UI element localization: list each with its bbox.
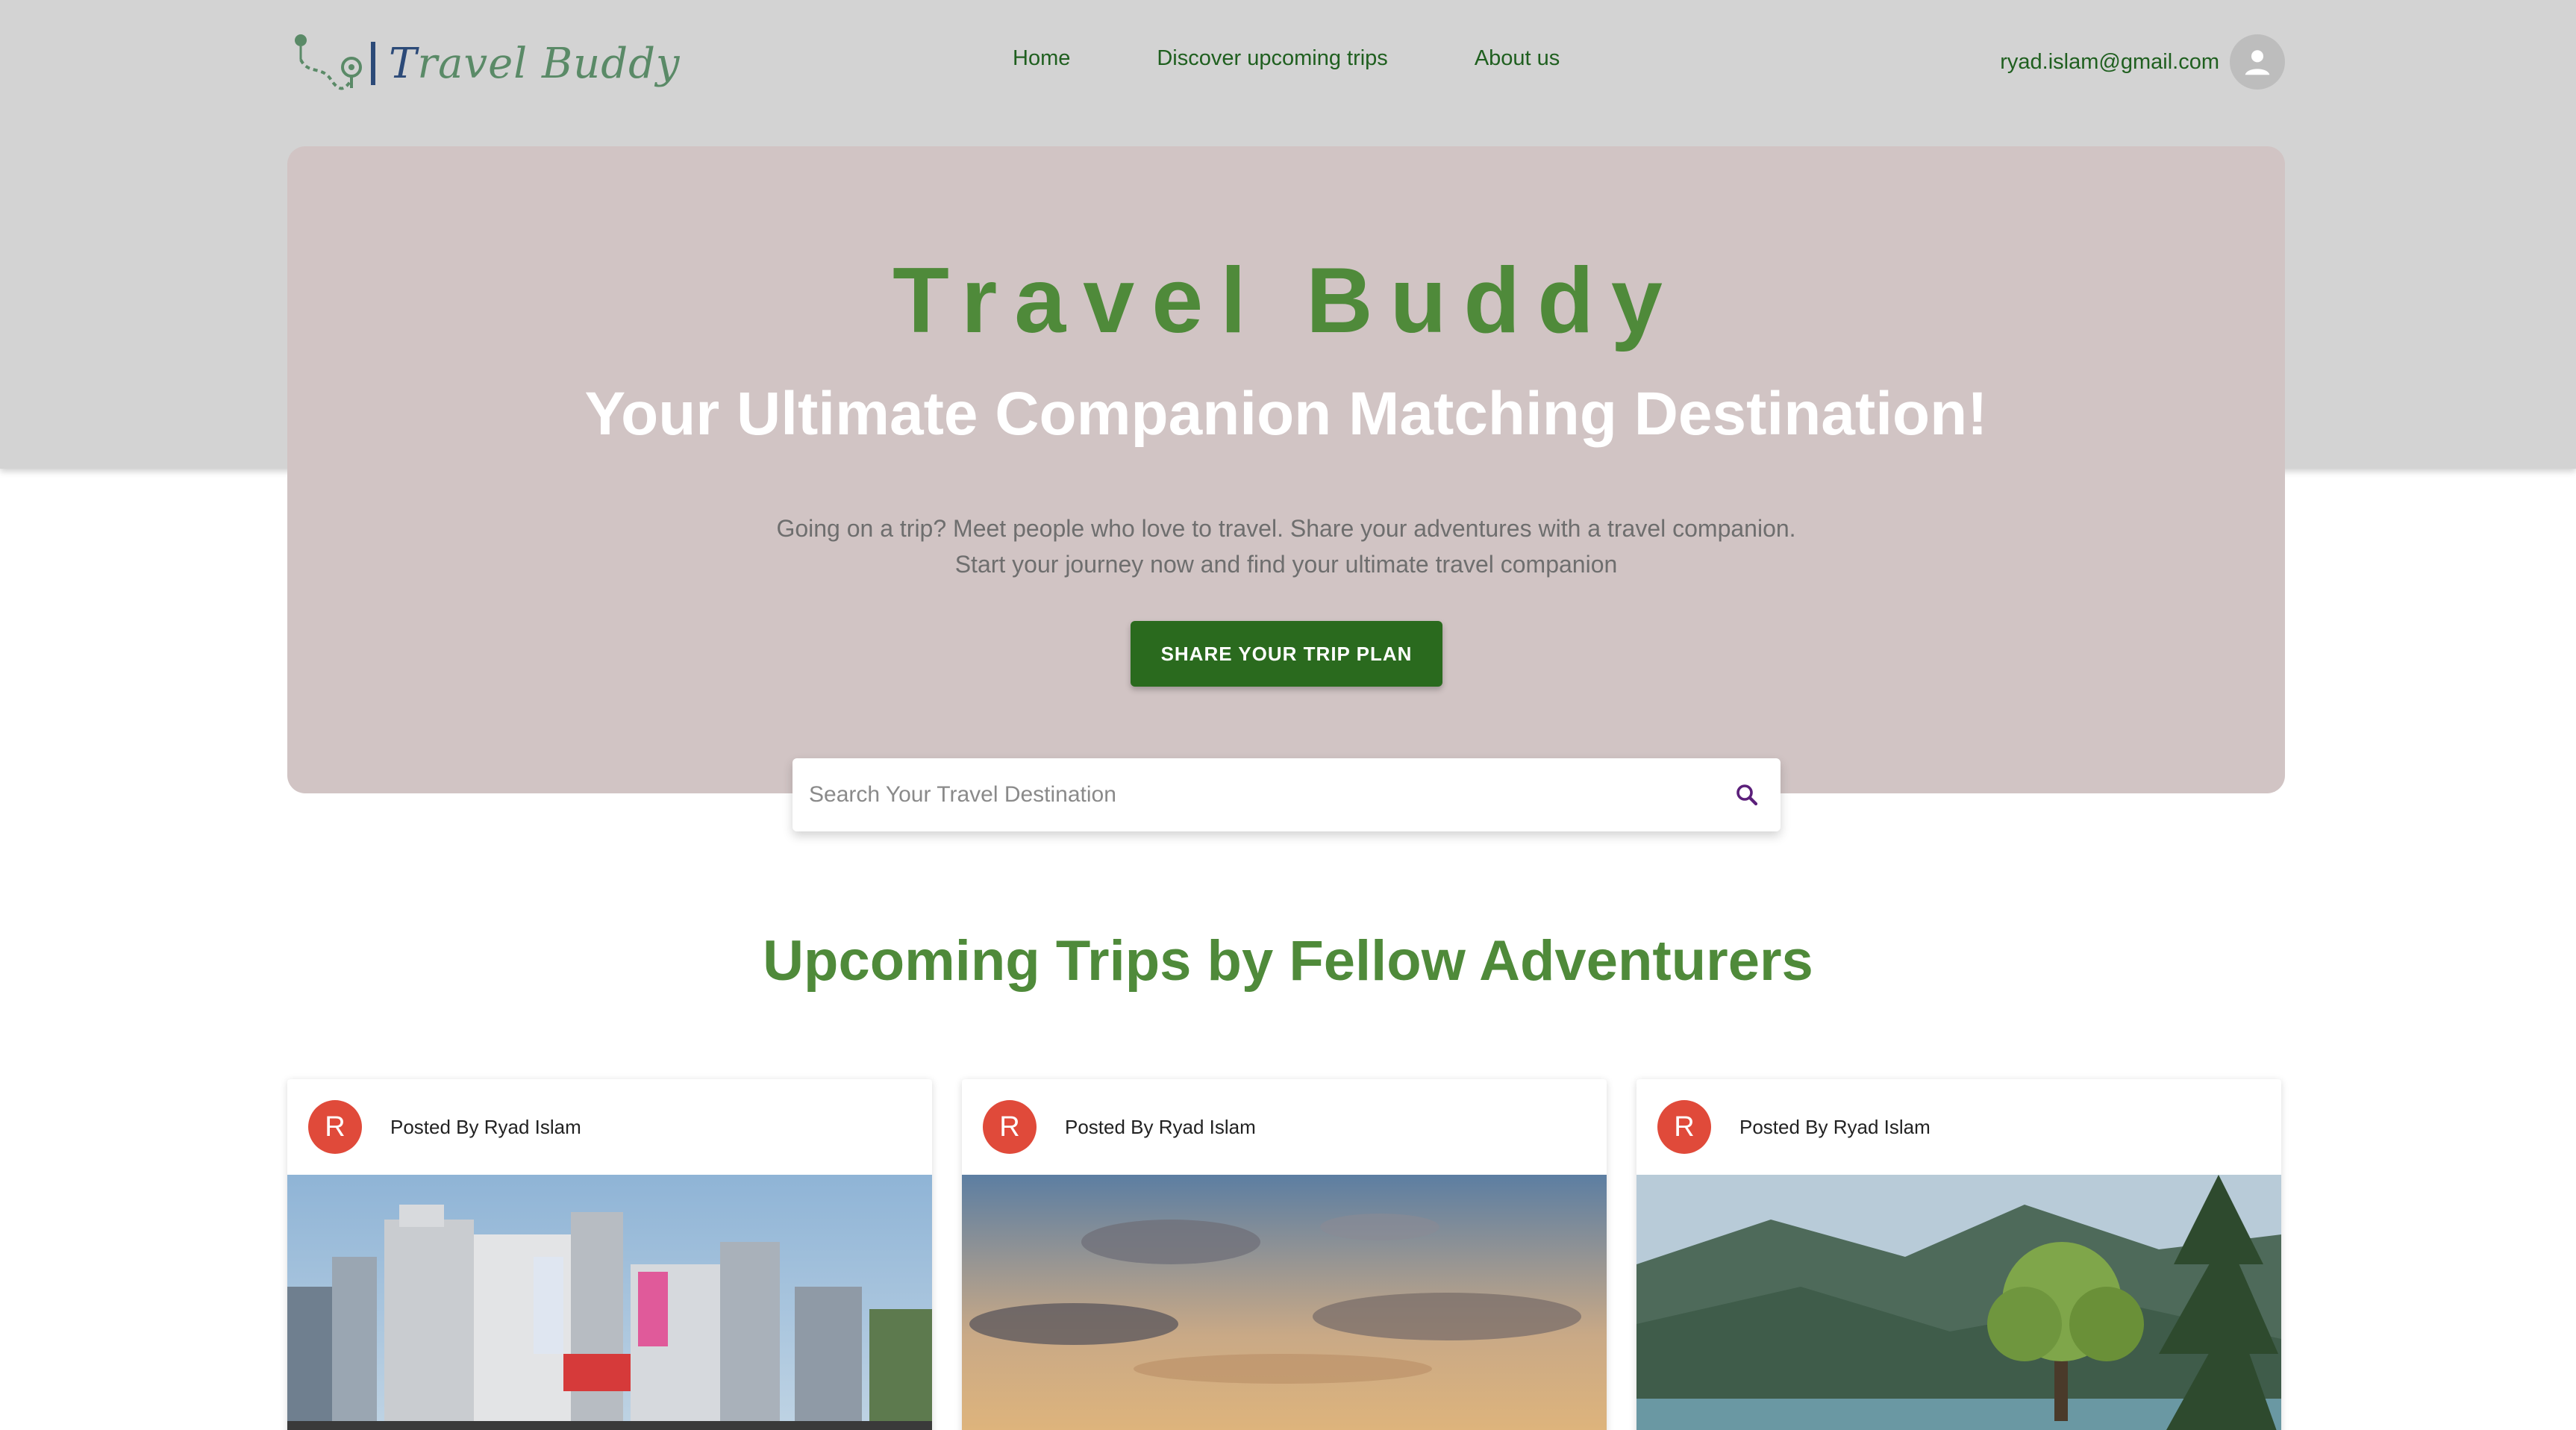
user-menu[interactable]: ryad.islam@gmail.com <box>2000 34 2285 90</box>
hero-description-line-2: Start your journey now and find your ult… <box>954 551 1618 578</box>
trip-card[interactable]: R Posted By Ryad Islam <box>962 1079 1607 1430</box>
posted-by-label: Posted By Ryad Islam <box>1065 1115 1256 1138</box>
trip-image-sunset[interactable] <box>962 1175 1607 1430</box>
route-pin-icon <box>295 34 362 90</box>
poster-avatar[interactable]: R <box>308 1100 362 1154</box>
hero-description: Going on a trip? Meet people who love to… <box>287 511 2285 582</box>
trip-card[interactable]: R Posted By Ryad Islam <box>287 1079 932 1430</box>
card-header: R Posted By Ryad Islam <box>287 1079 932 1175</box>
search-button[interactable] <box>1713 758 1781 831</box>
poster-avatar[interactable]: R <box>1657 1100 1711 1154</box>
navbar: Travel Buddy Home Discover upcoming trip… <box>287 0 2285 125</box>
person-icon <box>2245 50 2270 75</box>
trip-card[interactable]: R Posted By Ryad Islam <box>1636 1079 2281 1430</box>
nav-about-us[interactable]: About us <box>1475 46 1560 71</box>
hero-title: Travel Buddy <box>892 249 1680 352</box>
trip-image-city[interactable] <box>287 1175 932 1430</box>
logo-divider <box>371 42 375 85</box>
nav-home[interactable]: Home <box>1013 46 1070 71</box>
user-email[interactable]: ryad.islam@gmail.com <box>2000 50 2219 75</box>
posted-by-label: Posted By Ryad Islam <box>390 1115 581 1138</box>
nav-discover-trips[interactable]: Discover upcoming trips <box>1157 46 1387 71</box>
share-trip-plan-button[interactable]: SHARE YOUR TRIP PLAN <box>1131 621 1442 687</box>
logo[interactable]: Travel Buddy <box>292 30 681 97</box>
hero-banner: Travel Buddy Your Ultimate Companion Mat… <box>287 146 2285 793</box>
card-header: R Posted By Ryad Islam <box>962 1079 1607 1175</box>
card-header: R Posted By Ryad Islam <box>1636 1079 2281 1175</box>
logo-text: Travel Buddy <box>389 39 681 88</box>
hero-subtitle: Your Ultimate Companion Matching Destina… <box>584 380 1988 448</box>
user-avatar[interactable] <box>2230 34 2285 90</box>
search-input[interactable] <box>793 758 1713 831</box>
poster-avatar[interactable]: R <box>983 1100 1037 1154</box>
hero-description-line-1: Going on a trip? Meet people who love to… <box>776 515 1796 542</box>
destination-search <box>793 758 1781 831</box>
section-title: Upcoming Trips by Fellow Adventurers <box>763 929 1813 993</box>
nav-menu: Home Discover upcoming trips About us <box>1013 46 1560 71</box>
search-icon <box>1736 784 1758 806</box>
trip-image-lake[interactable] <box>1636 1175 2281 1430</box>
posted-by-label: Posted By Ryad Islam <box>1739 1115 1931 1138</box>
